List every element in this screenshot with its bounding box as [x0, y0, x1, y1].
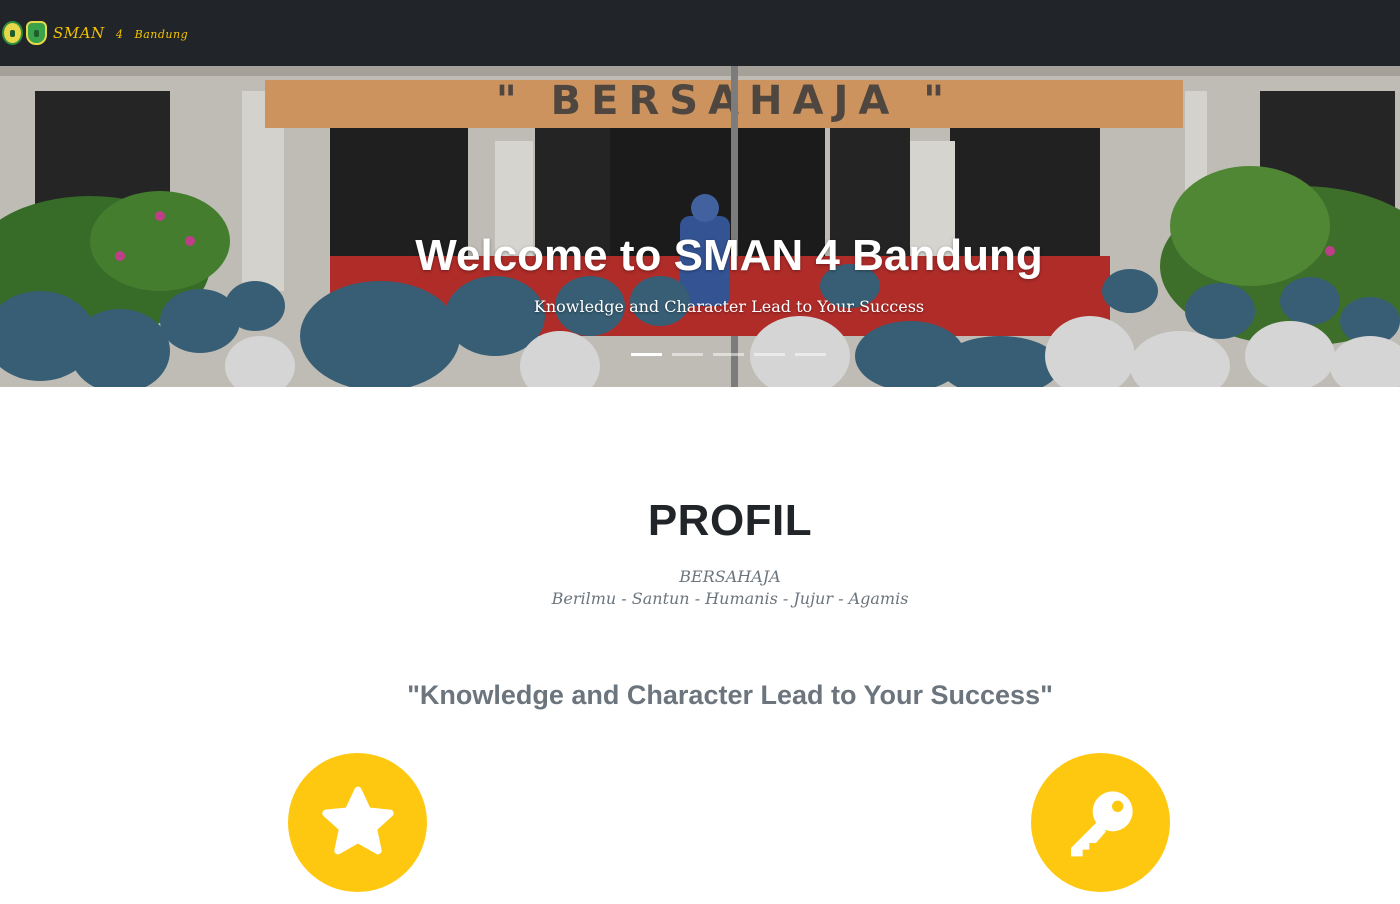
hero-title: Welcome to SMAN 4 Bandung	[415, 231, 1043, 280]
school-emblem-icon	[2, 21, 23, 45]
carousel-indicators	[631, 353, 826, 356]
carousel-indicator-5[interactable]	[795, 353, 826, 356]
feature-key-circle	[1031, 753, 1170, 892]
profil-heading: PROFIL	[647, 496, 813, 545]
feature-star-circle	[288, 753, 427, 892]
hero-carousel: " BERSAHAJA "	[0, 66, 1400, 387]
carousel-indicator-2[interactable]	[672, 353, 703, 356]
motto-quote: "Knowledge and Character Lead to Your Su…	[407, 680, 1053, 710]
brand-city: Bandung	[134, 28, 189, 41]
brand-number: 4	[115, 28, 124, 41]
carousel-indicator-4[interactable]	[754, 353, 785, 356]
star-icon	[321, 786, 394, 854]
province-emblem-icon	[26, 21, 47, 45]
motto-word: BERSAHAJA	[679, 567, 781, 586]
key-icon	[1070, 790, 1133, 856]
profil-subheading: BERSAHAJA Berilmu - Santun - Humanis - J…	[0, 566, 1400, 610]
top-navbar: SMAN 4 Bandung	[0, 0, 1400, 66]
brand-name: SMAN 4 Bandung	[53, 24, 188, 42]
brand-link[interactable]: SMAN 4 Bandung	[2, 21, 188, 45]
carousel-indicator-1[interactable]	[631, 353, 662, 356]
hero-photo: " BERSAHAJA "	[0, 66, 1400, 387]
hero-subtitle: Knowledge and Character Lead to Your Suc…	[533, 297, 925, 316]
carousel-indicator-3[interactable]	[713, 353, 744, 356]
motto-values: Berilmu - Santun - Humanis - Jujur - Aga…	[551, 589, 909, 608]
brand-school: SMAN	[53, 24, 105, 42]
